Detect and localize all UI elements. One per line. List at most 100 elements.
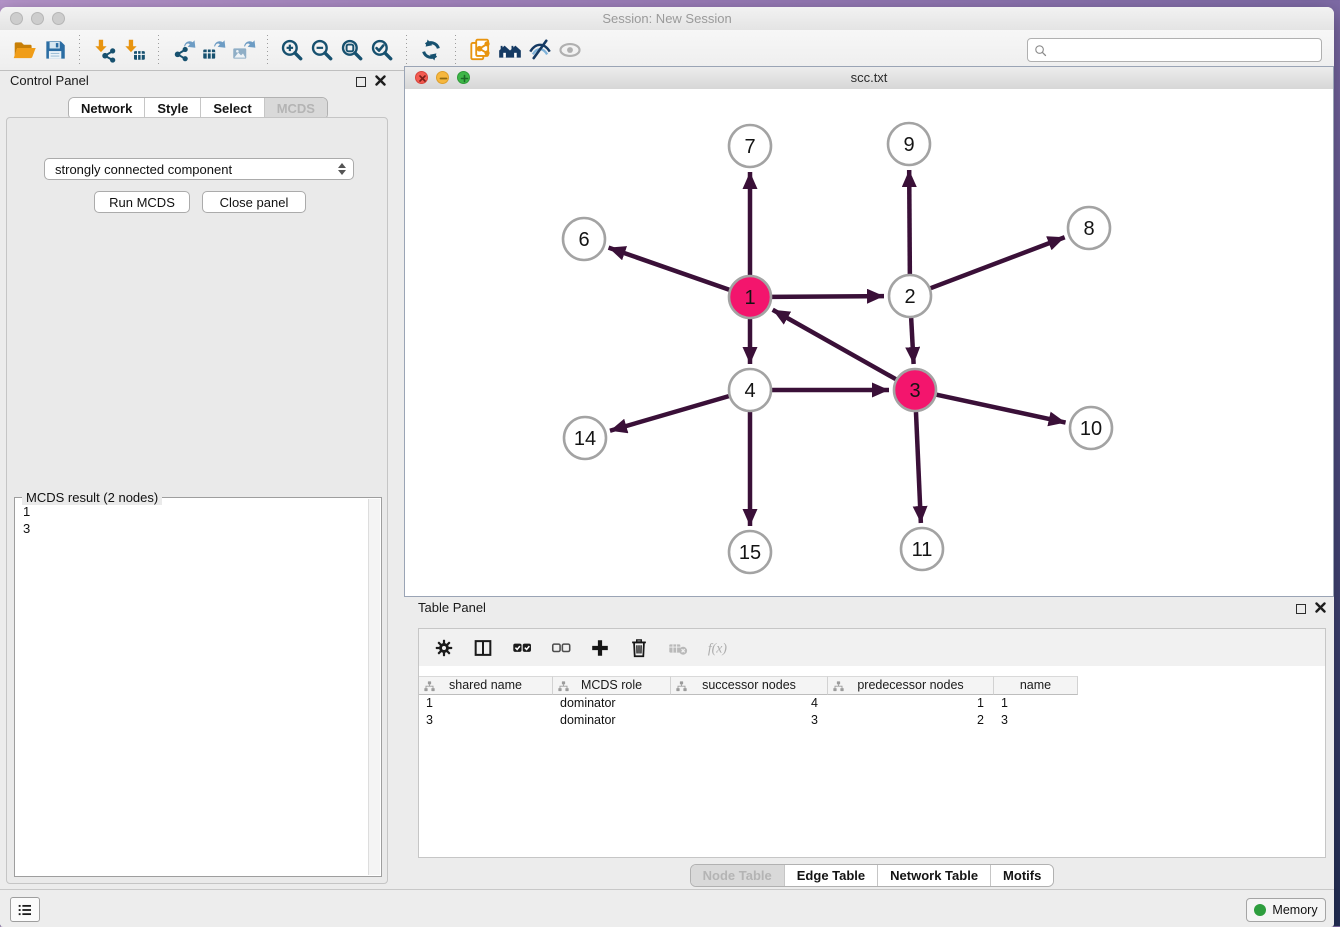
edge-3-10[interactable]	[937, 395, 1066, 423]
search-input[interactable]	[1048, 40, 1321, 60]
memory-label: Memory	[1272, 903, 1317, 917]
tab-style[interactable]: Style	[144, 98, 200, 119]
save-icon[interactable]	[40, 35, 70, 65]
tab-node-table[interactable]: Node Table	[691, 865, 784, 886]
task-history-button[interactable]	[10, 897, 40, 922]
control-panel-title: Control Panel	[10, 73, 89, 88]
tab-select[interactable]: Select	[200, 98, 263, 119]
new-network-view-icon[interactable]	[465, 35, 495, 65]
deselect-all-icon[interactable]	[548, 635, 574, 661]
zoom-fit-icon[interactable]	[337, 35, 367, 65]
network-graph[interactable]: 7968124314101511	[405, 89, 1333, 596]
cell-MCDS-role[interactable]: dominator	[553, 712, 671, 729]
cell-MCDS-role[interactable]: dominator	[553, 695, 671, 712]
optimization-select[interactable]: strongly connected component	[44, 158, 354, 180]
column-header-shared-name[interactable]: shared name	[419, 676, 553, 695]
cell-name[interactable]: 1	[994, 695, 1078, 712]
table-toolbar: f(x)	[419, 629, 1325, 666]
close-panel-icon[interactable]	[375, 73, 386, 91]
cell-predecessor-nodes[interactable]: 2	[828, 712, 994, 729]
tab-network-table[interactable]: Network Table	[877, 865, 990, 886]
column-label: successor nodes	[702, 678, 796, 692]
export-table-icon[interactable]	[198, 35, 228, 65]
node-label-7: 7	[744, 136, 755, 158]
edge-1-6[interactable]	[609, 248, 730, 290]
tab-network[interactable]: Network	[69, 98, 144, 119]
network-canvas[interactable]: 7968124314101511	[405, 89, 1333, 596]
export-image-icon[interactable]	[228, 35, 258, 65]
node-label-8: 8	[1083, 218, 1094, 240]
window-titlebar[interactable]: Session: New Session	[0, 7, 1334, 31]
float-panel-icon[interactable]	[356, 77, 366, 87]
edge-2-8[interactable]	[931, 237, 1065, 288]
node-label-6: 6	[578, 229, 589, 251]
mcds-result-title: MCDS result (2 nodes)	[22, 490, 162, 505]
close-panel-button[interactable]: Close panel	[202, 191, 306, 213]
column-label: shared name	[449, 678, 522, 692]
cell-successor-nodes[interactable]: 4	[671, 695, 828, 712]
svg-text:f(x): f(x)	[708, 640, 728, 656]
zoom-selected-icon[interactable]	[367, 35, 397, 65]
zoom-in-icon[interactable]	[277, 35, 307, 65]
column-header-successor-nodes[interactable]: successor nodes	[671, 676, 828, 695]
edge-1-2[interactable]	[772, 296, 884, 297]
column-header-name[interactable]: name	[994, 676, 1078, 695]
open-folder-icon[interactable]	[10, 35, 40, 65]
tab-mcds[interactable]: MCDS	[264, 98, 327, 119]
network-window-titlebar[interactable]: scc.txt	[405, 67, 1333, 90]
cell-name[interactable]: 3	[994, 712, 1078, 729]
table-row-2[interactable]: 3dominator323	[419, 712, 1078, 729]
edge-2-3[interactable]	[911, 318, 913, 364]
mcds-result-box: MCDS result (2 nodes) 1 3	[14, 497, 382, 877]
import-network-icon[interactable]	[89, 35, 119, 65]
search-box[interactable]	[1027, 38, 1322, 62]
column-header-MCDS-role[interactable]: MCDS role	[553, 676, 671, 695]
node-label-9: 9	[903, 134, 914, 156]
column-label: MCDS role	[581, 678, 642, 692]
split-columns-icon[interactable]	[470, 635, 496, 661]
float-table-panel-icon[interactable]	[1296, 604, 1306, 614]
fx-icon: f(x)	[704, 635, 730, 661]
import-table-icon[interactable]	[119, 35, 149, 65]
node-label-10: 10	[1080, 418, 1102, 440]
select-all-checked-icon[interactable]	[509, 635, 535, 661]
toolbar-separator	[79, 35, 80, 65]
table-panel-controls	[1296, 600, 1326, 618]
node-table-container: f(x) shared name MCDS role successor nod…	[418, 628, 1326, 858]
window-title: Session: New Session	[0, 11, 1334, 26]
close-table-panel-icon[interactable]	[1315, 600, 1326, 618]
tab-motifs[interactable]: Motifs	[990, 865, 1053, 886]
result-scrollbar[interactable]	[368, 499, 380, 875]
control-panel-controls	[356, 73, 386, 91]
gear-icon[interactable]	[431, 635, 457, 661]
add-column-icon[interactable]	[587, 635, 613, 661]
toolbar-separator	[406, 35, 407, 65]
toolbar-separator	[267, 35, 268, 65]
delete-table-icon	[665, 635, 691, 661]
list-icon	[16, 901, 34, 919]
homes-icon[interactable]	[495, 35, 525, 65]
edge-4-14[interactable]	[610, 396, 729, 431]
cell-shared-name[interactable]: 1	[419, 695, 553, 712]
optimization-select-value: strongly connected component	[55, 162, 232, 177]
memory-button[interactable]: Memory	[1246, 898, 1326, 922]
network-view-window: scc.txt 7968124314101511	[404, 66, 1334, 597]
cell-shared-name[interactable]: 3	[419, 712, 553, 729]
eye-slash-icon[interactable]	[525, 35, 555, 65]
edge-3-11[interactable]	[916, 412, 921, 523]
table-tabbar: Node TableEdge TableNetwork TableMotifs	[418, 864, 1326, 887]
run-mcds-button[interactable]: Run MCDS	[94, 191, 190, 213]
tab-edge-table[interactable]: Edge Table	[784, 865, 877, 886]
zoom-out-icon[interactable]	[307, 35, 337, 65]
refresh-icon[interactable]	[416, 35, 446, 65]
edge-2-9[interactable]	[909, 170, 910, 274]
column-header-predecessor-nodes[interactable]: predecessor nodes	[828, 676, 994, 695]
delete-column-icon[interactable]	[626, 635, 652, 661]
table-row-1[interactable]: 1dominator411	[419, 695, 1078, 712]
export-network-icon[interactable]	[168, 35, 198, 65]
cell-successor-nodes[interactable]: 3	[671, 712, 828, 729]
node-label-2: 2	[904, 286, 915, 308]
edge-3-1[interactable]	[773, 310, 896, 379]
memory-status-dot	[1254, 904, 1266, 916]
cell-predecessor-nodes[interactable]: 1	[828, 695, 994, 712]
